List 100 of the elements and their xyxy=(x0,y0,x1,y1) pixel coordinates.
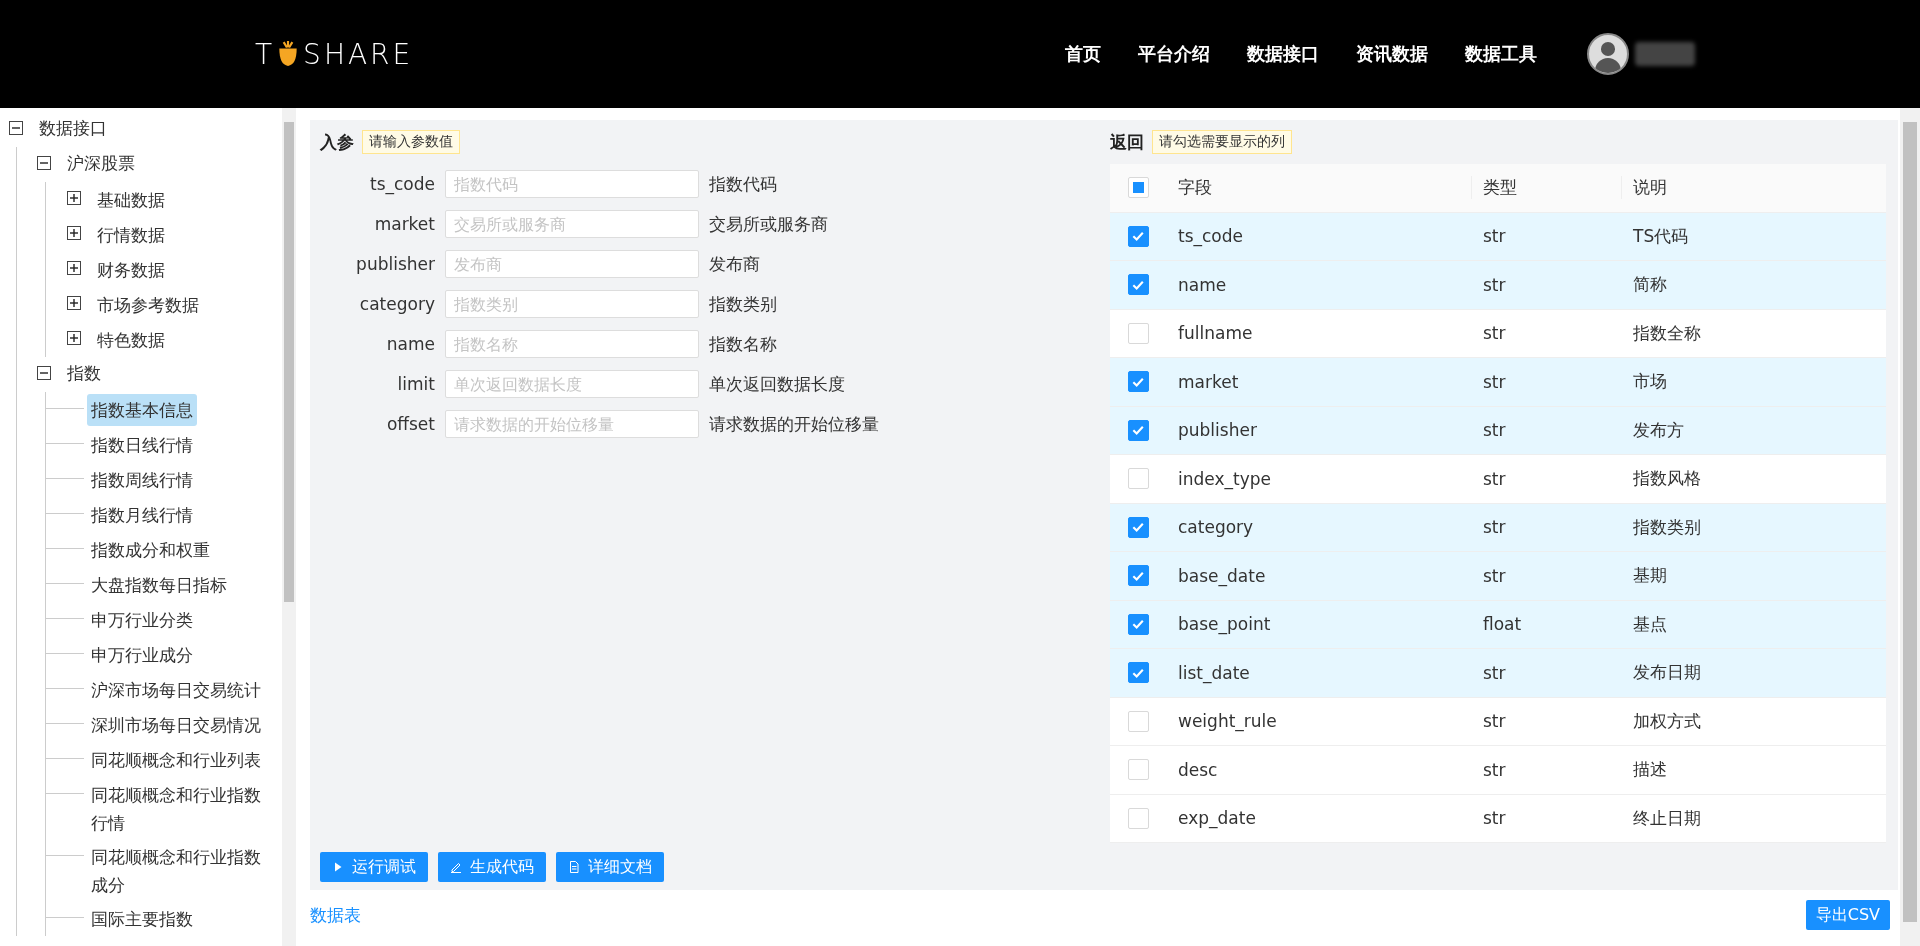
table-cell-text: desc xyxy=(1177,759,1219,780)
table-cell-text: fullname xyxy=(1177,323,1254,344)
plus-box-icon[interactable] xyxy=(67,226,81,240)
checkbox[interactable] xyxy=(1127,516,1149,538)
carrot-icon xyxy=(277,41,300,67)
input-field[interactable]: 单次返回数据长度 xyxy=(445,370,699,398)
tree-item[interactable]: 指数日线行情 xyxy=(87,429,197,461)
minus-box-icon[interactable] xyxy=(37,366,51,380)
tree-item[interactable]: 基础数据 xyxy=(93,184,169,216)
table-cell-text: 基期 xyxy=(1632,564,1668,588)
nav-link[interactable]: 数据接口 xyxy=(1247,42,1319,66)
avatar-icon[interactable] xyxy=(1587,33,1629,75)
tree-item[interactable]: 同花顺概念和行业指数行情 xyxy=(87,779,275,839)
tree-item[interactable]: 申万行业分类 xyxy=(87,604,197,636)
tree-item[interactable]: 指数成分和权重 xyxy=(87,534,214,566)
checkbox[interactable] xyxy=(1127,662,1149,684)
plus-box-icon[interactable] xyxy=(67,331,81,345)
nav-link[interactable]: 数据工具 xyxy=(1465,42,1537,66)
table-cell-text: 加权方式 xyxy=(1632,709,1702,733)
table-cell-text: ts_code xyxy=(1177,226,1245,247)
param-description: 指数名称 xyxy=(709,332,777,356)
tree-item[interactable]: 数据接口 xyxy=(35,112,111,144)
param-description: 指数代码 xyxy=(709,172,777,196)
table-cell-text: market xyxy=(1177,371,1240,392)
scrollbar[interactable] xyxy=(282,108,296,946)
param-label: ts_code xyxy=(368,174,436,194)
checkbox[interactable] xyxy=(1127,371,1149,393)
table-cell-text: name xyxy=(1177,274,1228,295)
table-cell-text: str xyxy=(1482,711,1507,732)
table-cell-text: str xyxy=(1482,468,1507,489)
nav-link[interactable]: 资讯数据 xyxy=(1356,42,1428,66)
param-label: market xyxy=(373,214,436,234)
nav-link[interactable]: 平台介绍 xyxy=(1138,42,1210,66)
tree-item[interactable]: 国际主要指数 xyxy=(87,903,197,935)
table-cell-text: list_date xyxy=(1177,662,1251,683)
table-cell-text: 基点 xyxy=(1632,612,1668,636)
tree-item[interactable]: 行情数据 xyxy=(93,219,169,251)
tree-item[interactable]: 申万行业成分 xyxy=(87,639,197,671)
nav-link[interactable]: 首页 xyxy=(1065,42,1101,66)
column-header: 字段 xyxy=(1177,176,1213,200)
table-cell-text: str xyxy=(1482,274,1507,295)
table-cell-text: 描述 xyxy=(1632,758,1668,782)
table-cell-text: publisher xyxy=(1177,420,1258,441)
tree-item[interactable]: 沪深股票 xyxy=(63,147,139,179)
input-field[interactable]: 指数代码 xyxy=(445,170,699,198)
checkbox[interactable] xyxy=(1127,565,1149,587)
tree-item[interactable]: 深圳市场每日交易情况 xyxy=(87,709,265,741)
plus-box-icon[interactable] xyxy=(67,191,81,205)
tree-item[interactable]: 市场参考数据 xyxy=(93,289,203,321)
tree-item[interactable]: 指数周线行情 xyxy=(87,464,197,496)
tree-item[interactable]: 指数基本信息 xyxy=(87,394,197,426)
table-cell-text: 指数类别 xyxy=(1632,515,1702,539)
section-title: 返回 xyxy=(1110,130,1144,154)
plus-box-icon[interactable] xyxy=(67,296,81,310)
tree-item[interactable]: 指数月线行情 xyxy=(87,499,197,531)
checkbox[interactable] xyxy=(1127,225,1149,247)
logo-text[interactable]: T xyxy=(255,37,276,71)
table-cell-text: weight_rule xyxy=(1177,711,1278,732)
hint-tag: 请输入参数值 xyxy=(362,130,460,154)
tree-item[interactable]: 指数 xyxy=(63,357,105,389)
param-label: publisher xyxy=(355,254,436,274)
table-cell-text: 指数风格 xyxy=(1632,467,1702,491)
pencil-icon xyxy=(450,861,462,873)
table-cell-text: str xyxy=(1482,759,1507,780)
checkbox[interactable] xyxy=(1127,419,1149,441)
input-field[interactable]: 请求数据的开始位移量 xyxy=(445,410,699,438)
table-cell-text: index_type xyxy=(1177,468,1272,489)
tree-item[interactable]: 特色数据 xyxy=(93,324,169,356)
table-cell-text: str xyxy=(1482,517,1507,538)
minus-box-icon[interactable] xyxy=(9,121,23,135)
table-cell-text: 发布日期 xyxy=(1632,661,1702,685)
tree-item[interactable]: 沪深市场每日交易统计 xyxy=(87,674,265,706)
logo-text[interactable]: SHARE xyxy=(303,37,414,71)
blurred-username xyxy=(1635,42,1695,66)
input-field[interactable]: 发布商 xyxy=(445,250,699,278)
tree-item[interactable]: 大盘指数每日指标 xyxy=(87,569,231,601)
table-cell-text: TS代码 xyxy=(1632,224,1690,248)
input-field[interactable]: 指数名称 xyxy=(445,330,699,358)
scrollbar[interactable] xyxy=(1900,108,1920,946)
table-cell-text: exp_date xyxy=(1177,808,1257,829)
param-description: 交易所或服务商 xyxy=(709,212,828,236)
tree-item[interactable]: 同花顺概念和行业列表 xyxy=(87,744,265,776)
document-icon xyxy=(568,861,580,873)
tree-item[interactable]: 财务数据 xyxy=(93,254,169,286)
plus-box-icon[interactable] xyxy=(67,261,81,275)
minus-box-icon[interactable] xyxy=(37,156,51,170)
play-icon xyxy=(332,861,344,873)
checkbox[interactable] xyxy=(1127,613,1149,635)
checkbox[interactable] xyxy=(1127,274,1149,296)
param-description: 指数类别 xyxy=(709,292,777,316)
table-cell-text: str xyxy=(1482,662,1507,683)
param-description: 发布商 xyxy=(709,252,760,276)
input-field[interactable]: 指数类别 xyxy=(445,290,699,318)
column-header: 说明 xyxy=(1621,176,1886,200)
select-all-checkbox[interactable] xyxy=(1127,177,1149,199)
param-label: name xyxy=(385,334,436,354)
input-field[interactable]: 交易所或服务商 xyxy=(445,210,699,238)
table-cell-text: base_point xyxy=(1177,614,1272,635)
table-cell-text: float xyxy=(1482,614,1523,635)
tree-item[interactable]: 同花顺概念和行业指数成分 xyxy=(87,841,275,901)
